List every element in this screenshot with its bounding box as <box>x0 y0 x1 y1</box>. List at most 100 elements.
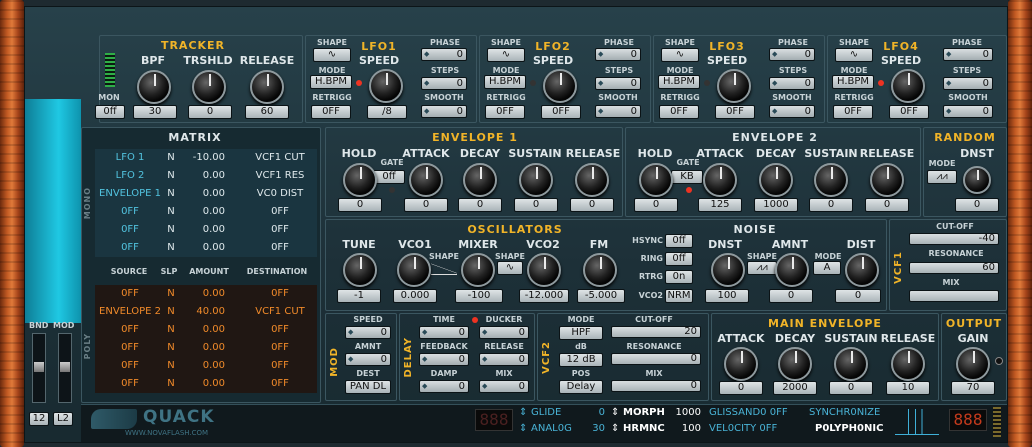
matrix-source[interactable]: 0FF <box>97 324 163 335</box>
vco2-mode-value[interactable]: NRM <box>665 289 693 303</box>
analog-arrows-icon[interactable]: ⇕ <box>519 423 527 434</box>
lfo3-phase-value[interactable]: 0 <box>769 48 815 61</box>
env2-sustain-value[interactable]: 0 <box>809 198 853 212</box>
matrix-slope[interactable]: N <box>163 288 179 299</box>
mod-dest-value[interactable]: PAN DL <box>345 380 391 394</box>
vcf2-cutoff-slider[interactable]: 20 <box>611 326 701 338</box>
vcf1-resonance-slider[interactable]: 60 <box>909 262 999 274</box>
env1-decay-value[interactable]: 0 <box>458 198 502 212</box>
main-envelope-decay-value[interactable]: 2000 <box>773 381 817 395</box>
matrix-row[interactable]: 0FF N 0.00 0FF <box>95 285 317 303</box>
main-envelope-decay-knob[interactable] <box>778 347 812 381</box>
matrix-row[interactable]: 0FF N 0.00 0FF <box>95 203 317 221</box>
matrix-slope[interactable]: N <box>163 342 179 353</box>
main-envelope-release-value[interactable]: 10 <box>886 381 930 395</box>
matrix-amount[interactable]: 0.00 <box>185 242 225 253</box>
mod-amnt-value[interactable]: 0 <box>345 353 391 366</box>
matrix-amount[interactable]: 0.00 <box>185 342 225 353</box>
env1-release-knob[interactable] <box>575 163 609 197</box>
matrix-amount[interactable]: 0.00 <box>185 288 225 299</box>
trshld-knob[interactable] <box>192 70 226 104</box>
lfo1-steps-value[interactable]: 0 <box>421 77 467 90</box>
matrix-row[interactable]: 0FF N 0.00 0FF <box>95 375 317 393</box>
hrmnc-label[interactable]: HRMNC <box>623 423 665 434</box>
matrix-destination[interactable]: 0FF <box>245 288 315 299</box>
lfo2-mode-value[interactable]: H.BPM <box>484 75 526 89</box>
bpf-value[interactable]: 30 <box>133 105 177 119</box>
lfo4-speed-knob[interactable] <box>891 69 925 103</box>
vcf1-mix-slider[interactable] <box>909 290 999 302</box>
main-envelope-attack-knob[interactable] <box>724 347 758 381</box>
matrix-slope[interactable]: N <box>163 242 179 253</box>
matrix-row[interactable]: 0FF N 0.00 0FF <box>95 239 317 257</box>
matrix-source[interactable]: ENVELOPE 1 <box>97 188 163 199</box>
matrix-row[interactable]: 0FF N 0.00 0FF <box>95 221 317 239</box>
matrix-destination[interactable]: 0FF <box>245 206 315 217</box>
matrix-row[interactable]: ENVELOPE 1 N 0.00 VC0 DIST <box>95 185 317 203</box>
matrix-destination[interactable]: 0FF <box>245 324 315 335</box>
lfo1-mode-value[interactable]: H.BPM <box>310 75 352 89</box>
vcf1-cutoff-slider[interactable]: -40 <box>909 233 999 245</box>
matrix-row[interactable]: LFO 1 N -10.00 VCF1 CUT <box>95 149 317 167</box>
delay-feedback-value[interactable]: 0 <box>419 353 469 366</box>
env2-decay-knob[interactable] <box>759 163 793 197</box>
noise-dist-value[interactable]: 0 <box>835 289 881 303</box>
noise-dnst-knob[interactable] <box>711 253 745 287</box>
lfo4-retrigg-value[interactable]: 0FF <box>833 105 873 119</box>
matrix-amount[interactable]: 0.00 <box>185 224 225 235</box>
vcf2-resonance-slider[interactable]: 0 <box>611 353 701 365</box>
matrix-row[interactable]: 0FF N 0.00 0FF <box>95 357 317 375</box>
trshld-value[interactable]: 0 <box>188 105 232 119</box>
lfo4-smooth-value[interactable]: 0 <box>943 105 993 118</box>
matrix-row[interactable]: LFO 2 N 0.00 VCF1 RES <box>95 167 317 185</box>
glide-label[interactable]: GLIDE <box>531 407 561 418</box>
osc-mixer-knob[interactable] <box>461 253 495 287</box>
vco2-shape-sine-icon[interactable]: ∿ <box>497 261 523 275</box>
matrix-destination[interactable]: 0FF <box>245 360 315 371</box>
lfo2-speed-value[interactable]: 0FF <box>541 105 581 119</box>
noise-amnt-knob[interactable] <box>775 253 809 287</box>
matrix-amount[interactable]: -10.00 <box>185 152 225 163</box>
noise-shape-selector[interactable]: ⩘⩘ <box>747 261 777 275</box>
osc-vco1-value[interactable]: 0.000 <box>393 289 437 303</box>
lfo4-shape-selector[interactable]: ∿ <box>835 48 873 62</box>
matrix-source[interactable]: 0FF <box>97 342 163 353</box>
glide-value[interactable]: 0 <box>591 407 605 418</box>
lfo2-speed-knob[interactable] <box>543 69 577 103</box>
matrix-slope[interactable]: N <box>163 360 179 371</box>
osc-tune-knob[interactable] <box>343 253 377 287</box>
matrix-slope[interactable]: N <box>163 206 179 217</box>
random-mode-selector[interactable]: ⩘⩘ <box>927 170 957 184</box>
env1-hold-value[interactable]: 0 <box>338 198 382 212</box>
matrix-destination[interactable]: VCF1 CUT <box>245 306 315 317</box>
noise-amnt-value[interactable]: 0 <box>769 289 813 303</box>
hsync-toggle[interactable]: 0ff <box>665 234 693 248</box>
lfo1-speed-knob[interactable] <box>369 69 403 103</box>
pitch-bend-wheel[interactable] <box>32 333 46 403</box>
lfo2-phase-value[interactable]: 0 <box>595 48 641 61</box>
lfo4-speed-value[interactable]: 0FF <box>889 105 929 119</box>
main-envelope-release-knob[interactable] <box>891 347 925 381</box>
main-envelope-attack-value[interactable]: 0 <box>719 381 763 395</box>
matrix-slope[interactable]: N <box>163 306 179 317</box>
mod-speed-value[interactable]: 0 <box>345 326 391 339</box>
delay-damp-value[interactable]: 0 <box>419 380 469 393</box>
lfo3-steps-value[interactable]: 0 <box>769 77 815 90</box>
tracker-release-value[interactable]: 60 <box>245 105 289 119</box>
lfo2-retrigg-value[interactable]: 0FF <box>485 105 525 119</box>
env1-attack-value[interactable]: 0 <box>404 198 448 212</box>
env2-decay-value[interactable]: 1000 <box>754 198 798 212</box>
noise-dnst-value[interactable]: 100 <box>705 289 749 303</box>
vcf2-mode-value[interactable]: HPF <box>559 326 603 340</box>
env2-release-knob[interactable] <box>870 163 904 197</box>
lfo4-phase-value[interactable]: 0 <box>943 48 993 61</box>
synchronize-toggle[interactable]: SYNCHR0NIZE <box>809 407 880 418</box>
matrix-destination[interactable]: 0FF <box>245 224 315 235</box>
env2-hold-value[interactable]: 0 <box>634 198 678 212</box>
matrix-source[interactable]: 0FF <box>97 378 163 389</box>
main-envelope-sustain-value[interactable]: 0 <box>829 381 873 395</box>
random-dnst-knob[interactable] <box>963 166 991 194</box>
analog-value[interactable]: 30 <box>587 423 605 434</box>
env1-decay-knob[interactable] <box>463 163 497 197</box>
matrix-destination[interactable]: 0FF <box>245 378 315 389</box>
